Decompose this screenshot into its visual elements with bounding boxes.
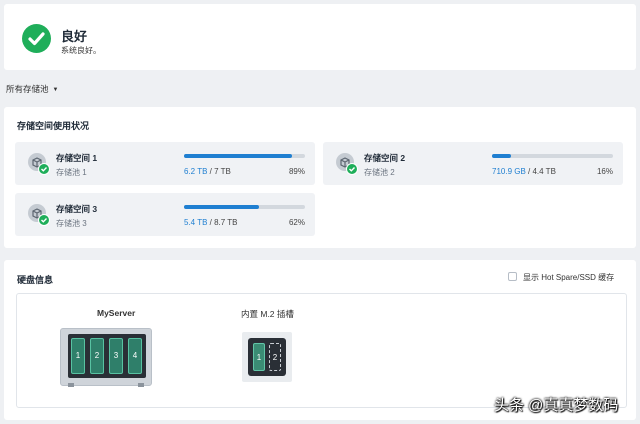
volume-card-2[interactable]: 存储空间 2 存储池 2 710.9 GB / 4.4 TB 16% (323, 142, 623, 185)
volume-card-1[interactable]: 存储空间 1 存储池 1 6.2 TB / 7 TB 89% (15, 142, 315, 185)
volume-icon (28, 153, 50, 175)
nas-front-panel: 1 2 3 4 (68, 334, 146, 378)
total-capacity: 4.4 TB (532, 167, 556, 176)
used-capacity: 6.2 TB (184, 167, 208, 176)
volume-pool: 存储池 3 (56, 219, 87, 228)
m2-plate: 1 2 (248, 338, 286, 376)
m2-slot-1[interactable]: 1 (253, 343, 265, 371)
disk-bay-3[interactable]: 3 (109, 338, 123, 374)
volume-icon (28, 204, 50, 226)
usage-percent: 62% (288, 218, 305, 227)
volume-name: 存储空间 2 (364, 153, 406, 163)
hotspare-checkbox[interactable] (508, 272, 517, 281)
disk-panel: MyServer 1 2 3 4 内置 M.2 插槽 1 2 (16, 293, 627, 408)
status-subtitle: 系统良好。 (61, 46, 101, 55)
caret-down-icon: ▼ (52, 87, 59, 93)
volume-pool: 存储池 2 (364, 168, 395, 177)
total-capacity: 8.7 TB (214, 218, 238, 227)
nas-body: 1 2 3 4 (60, 328, 152, 386)
disk-section-title: 硬盘信息 (17, 275, 54, 285)
disk-bay-4[interactable]: 4 (128, 338, 142, 374)
total-capacity: 7 TB (214, 167, 231, 176)
watermark-text: 头条 @真真梦数码 (494, 397, 619, 414)
hotspare-toggle[interactable]: 显示 Hot Spare/SSD 缓存 (508, 272, 614, 283)
used-capacity: 710.9 GB (492, 167, 526, 176)
m2-slot-2[interactable]: 2 (269, 343, 281, 371)
usage-bar-fill (184, 154, 292, 158)
m2-module: 1 2 (242, 332, 292, 382)
volume-capacity: 710.9 GB / 4.4 TB (492, 167, 556, 176)
volume-name: 存储空间 1 (56, 153, 98, 163)
usage-percent: 16% (596, 167, 613, 176)
pool-filter-dropdown[interactable]: 所有存储池 ▼ (6, 83, 58, 95)
usage-section-title: 存储空间使用状况 (17, 121, 90, 131)
usage-bar (492, 154, 613, 158)
disk-bay-2[interactable]: 2 (90, 338, 104, 374)
usage-bar (184, 154, 305, 158)
nas-foot (68, 383, 74, 387)
usage-bar-fill (184, 205, 260, 209)
disk-bay-1[interactable]: 1 (71, 338, 85, 374)
usage-percent: 89% (288, 167, 305, 176)
m2-slot-title: 内置 M.2 插槽 (241, 309, 294, 319)
nas-enclosure: 1 2 3 4 (60, 328, 152, 388)
volume-icon (336, 153, 358, 175)
pool-filter-label: 所有存储池 (6, 84, 49, 94)
usage-bar-fill (492, 154, 512, 158)
volume-capacity: 6.2 TB / 7 TB (184, 167, 231, 176)
usage-bar (184, 205, 305, 209)
usage-card: 存储空间使用状况 存储空间 1 存储池 1 6.2 TB / 7 TB 89% … (4, 107, 636, 248)
volume-capacity: 5.4 TB / 8.7 TB (184, 218, 238, 227)
status-title: 良好 (61, 29, 88, 44)
hotspare-label: 显示 Hot Spare/SSD 缓存 (523, 273, 615, 282)
server-name: MyServer (97, 308, 136, 318)
volume-card-3[interactable]: 存储空间 3 存储池 3 5.4 TB / 8.7 TB 62% (15, 193, 315, 236)
volume-name: 存储空间 3 (56, 204, 98, 214)
status-check-icon (22, 24, 51, 53)
volume-pool: 存储池 1 (56, 168, 87, 177)
nas-foot (138, 383, 144, 387)
used-capacity: 5.4 TB (184, 218, 208, 227)
status-card: 良好 系统良好。 (4, 4, 636, 70)
